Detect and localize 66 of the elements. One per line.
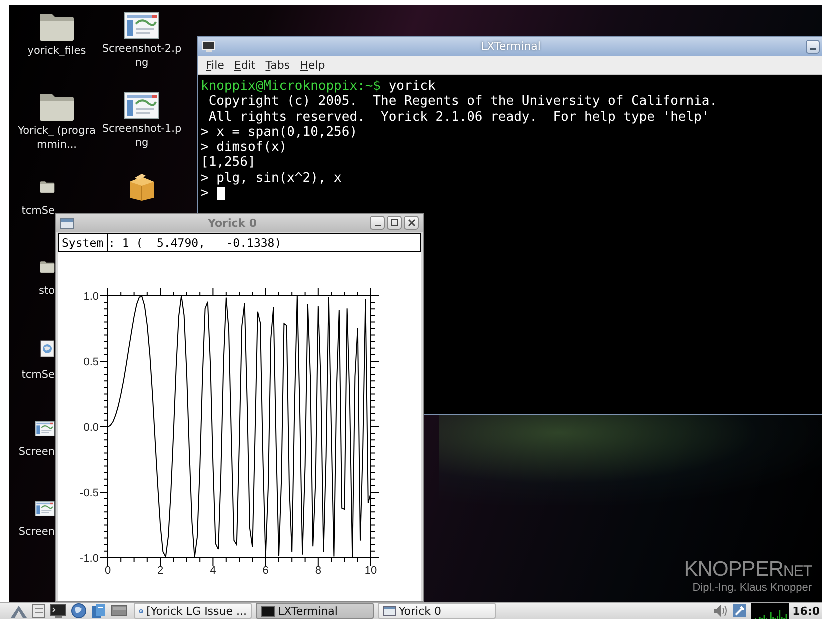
icon-label[interactable]: sto	[38, 285, 55, 299]
tick-label: 0.0	[84, 422, 99, 434]
terminal-line: >	[201, 186, 209, 202]
globe-icon[interactable]	[71, 603, 87, 619]
minimize-button[interactable]	[806, 40, 820, 54]
icon-label[interactable]: Screenshot-1.png	[100, 123, 184, 150]
taskbar-button[interactable]: [Yorick LG Issue ...	[134, 603, 252, 619]
cursor-coordinates: : 1 ( 5.4790, -0.1338)	[108, 234, 282, 251]
folder-icon[interactable]	[39, 92, 75, 122]
desktop-icon[interactable]	[111, 604, 128, 618]
terminal-icon[interactable]	[50, 604, 67, 618]
terminal-line: All rights reserved. Yorick 2.1.06 ready. For help type 'help'	[208, 110, 710, 125]
window-title: LXTerminal	[481, 40, 541, 53]
tick-label: 10	[364, 565, 378, 577]
tick-label: 8	[315, 565, 322, 577]
terminal-line: > plg, sin(x^2), x	[201, 170, 342, 186]
tick-label: 0.5	[84, 356, 99, 368]
terminal-line: Copyright (c) 2005. The Regents of the University of California.	[208, 94, 718, 110]
documents-icon[interactable]	[91, 603, 107, 619]
window-title: Yorick 0	[208, 216, 258, 230]
terminal-line: [1,256]	[201, 155, 256, 171]
icon-label[interactable]: tcmSe	[22, 205, 55, 219]
image-file-icon[interactable]	[124, 92, 160, 120]
maximize-button[interactable]	[387, 216, 402, 230]
taskbar-button[interactable]: LXTerminal	[256, 603, 374, 619]
icon-label[interactable]: yorick_files	[28, 45, 86, 59]
close-button[interactable]	[404, 216, 419, 230]
menu-item[interactable]: Edit	[230, 58, 260, 72]
shell-prompt: knoppix@Microknoppix:~$	[201, 79, 382, 94]
tick-label: -0.5	[80, 488, 99, 500]
window-icon	[383, 606, 396, 616]
menu-item[interactable]: Help	[296, 58, 330, 72]
icon-label[interactable]: Screenshot-2.png	[100, 43, 184, 70]
tick-label: 1.0	[84, 291, 99, 303]
tick-label: 4	[210, 565, 216, 577]
folder-icon[interactable]	[39, 12, 75, 42]
terminal-line: yorick	[388, 79, 436, 94]
icon-label[interactable]: tcmSe	[22, 369, 55, 383]
taskbar-button[interactable]: Yorick 0	[378, 603, 496, 619]
tick-label: 6	[262, 565, 269, 577]
file-manager-icon[interactable]	[32, 604, 46, 618]
window-icon	[60, 218, 74, 228]
maximize-icon	[390, 219, 398, 227]
tick-label: -1.0	[80, 553, 99, 565]
clock[interactable]: 16:0	[792, 604, 822, 618]
monitor-icon	[202, 40, 216, 52]
speaker-icon[interactable]	[712, 604, 729, 618]
icon-label[interactable]: Screen	[18, 526, 55, 540]
icon-label[interactable]: Screen	[18, 446, 55, 460]
cpu-monitor-graph[interactable]	[750, 602, 789, 619]
terminal-icon	[261, 606, 275, 616]
icon-label[interactable]: Yorick_ (programmin...	[18, 125, 96, 152]
package-icon[interactable]	[127, 172, 157, 202]
close-icon	[408, 219, 416, 227]
minimize-button[interactable]	[370, 216, 385, 230]
tick-label: 0	[104, 565, 112, 577]
wallpaper-logo: KNOPPERNET	[684, 558, 812, 582]
menu-item[interactable]: File	[202, 58, 228, 72]
image-file-icon[interactable]	[124, 12, 160, 40]
tick-label: 2	[158, 565, 164, 577]
system-label[interactable]: System	[59, 234, 108, 251]
terminal-line: > dimsof(x)	[201, 140, 288, 156]
wallpaper-tagline: Dipl.-Ing. Klaus Knopper	[692, 582, 812, 594]
terminal-line: > x = span(0,10,256)	[201, 124, 358, 140]
menu-item[interactable]: Tabs	[262, 58, 294, 72]
tray-tool-icon[interactable]	[732, 604, 747, 618]
